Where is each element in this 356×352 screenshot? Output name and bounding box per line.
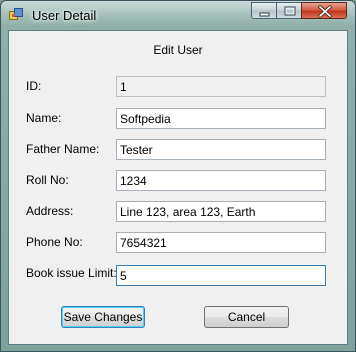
phone-no-field[interactable]	[116, 232, 326, 253]
maximize-icon	[284, 6, 296, 16]
address-field[interactable]	[116, 201, 326, 222]
book-issue-limit-field[interactable]	[116, 265, 326, 286]
phone-no-label: Phone No:	[26, 235, 83, 249]
maximize-button[interactable]	[276, 2, 302, 19]
form-heading: Edit User	[153, 43, 203, 57]
close-icon	[318, 5, 332, 18]
name-label: Name:	[26, 111, 62, 125]
save-changes-button[interactable]: Save Changes	[61, 306, 145, 328]
minimize-icon	[259, 12, 270, 17]
form-body: Edit User ID: Name: Father Name: Roll No…	[8, 30, 348, 345]
roll-no-label: Roll No:	[26, 173, 69, 187]
roll-no-field[interactable]	[116, 170, 326, 191]
address-label: Address:	[26, 204, 74, 218]
form-window-icon[interactable]	[9, 8, 23, 22]
title-bar[interactable]: User Detail	[1, 1, 355, 28]
father-name-label: Father Name:	[26, 142, 100, 156]
father-name-field[interactable]	[116, 139, 326, 160]
close-button[interactable]	[301, 2, 347, 19]
window-title: User Detail	[32, 8, 97, 23]
id-label: ID:	[26, 79, 42, 93]
book-issue-limit-label: Book issue Limit:	[26, 266, 117, 280]
name-field[interactable]	[116, 108, 326, 129]
minimize-button[interactable]	[251, 2, 277, 19]
user-detail-window: User Detail Edit User ID: Name: Father N…	[0, 0, 356, 352]
id-field[interactable]	[116, 76, 326, 97]
cancel-button[interactable]: Cancel	[204, 306, 289, 328]
